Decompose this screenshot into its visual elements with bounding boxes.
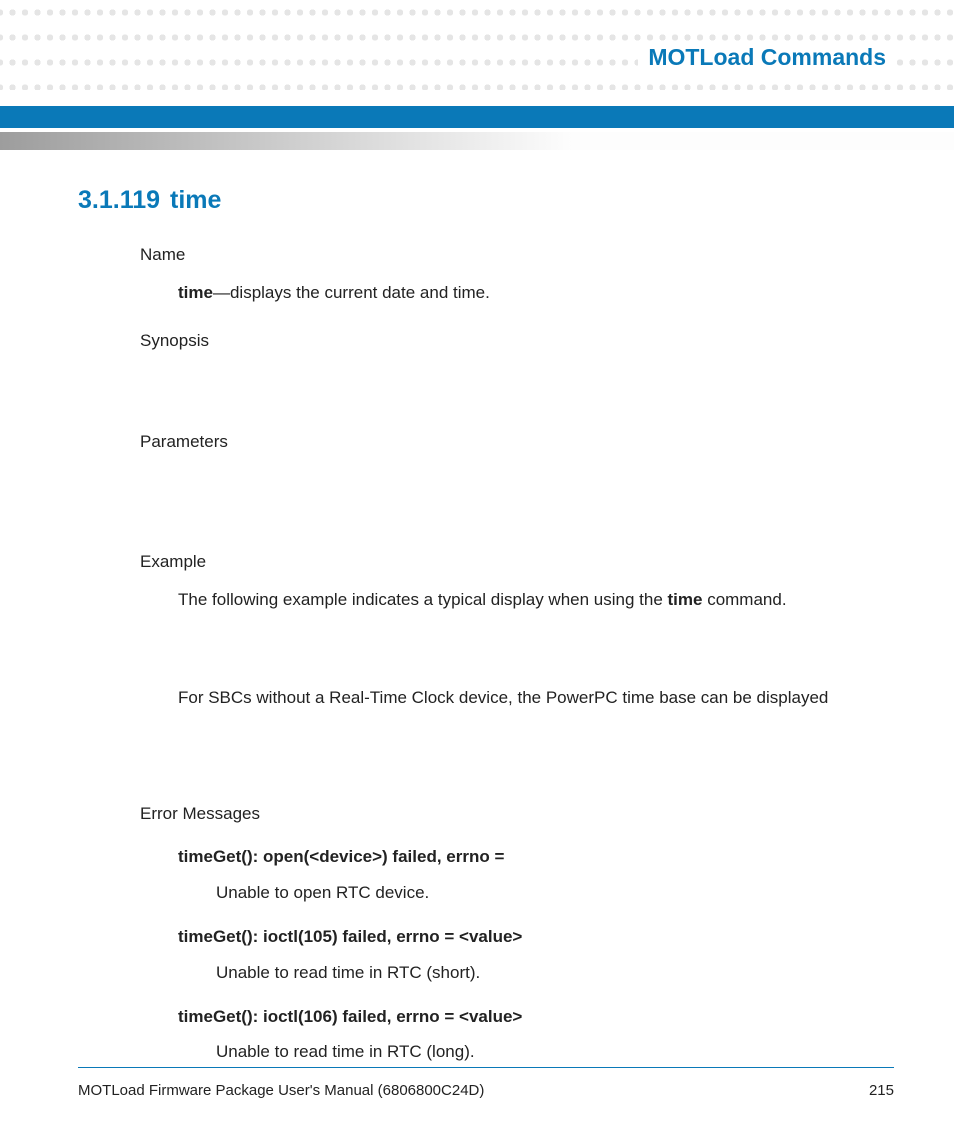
name-desc: displays the current date and time.: [230, 283, 490, 302]
header-title: MOTLoad Commands: [638, 42, 894, 73]
error-head-0: timeGet(): open(<device>) failed, errno …: [178, 845, 894, 869]
footer-rule: [78, 1067, 894, 1068]
name-cmd: time: [178, 283, 213, 302]
footer-row: MOTLoad Firmware Package User's Manual (…: [78, 1082, 894, 1099]
name-label: Name: [140, 243, 894, 267]
parameters-gap: [140, 468, 894, 532]
section-heading: 3.1.119 time: [78, 186, 894, 215]
example-gap1: [140, 622, 894, 686]
parameters-label: Parameters: [140, 430, 894, 454]
example-line1c: command.: [702, 590, 786, 609]
content-area: 3.1.119time Name time—displays the curre…: [78, 186, 894, 1070]
example-gap2: [140, 720, 894, 784]
section-number: 3.1.119: [78, 186, 160, 214]
section-title: time: [170, 186, 221, 214]
header-blue-bar: [0, 106, 954, 128]
name-dash: —: [213, 283, 230, 302]
synopsis-gap: [140, 366, 894, 412]
error-desc-2: Unable to read time in RTC (long).: [216, 1040, 894, 1064]
example-line1b: time: [668, 590, 703, 609]
footer-doc: MOTLoad Firmware Package User's Manual (…: [78, 1082, 484, 1099]
footer: MOTLoad Firmware Package User's Manual (…: [78, 1067, 894, 1099]
example-line1: The following example indicates a typica…: [178, 588, 894, 612]
error-desc-1: Unable to read time in RTC (short).: [216, 961, 894, 985]
header-shadow: [0, 132, 954, 150]
example-label: Example: [140, 550, 894, 574]
error-head-1: timeGet(): ioctl(105) failed, errno = <v…: [178, 925, 894, 949]
error-head-2: timeGet(): ioctl(106) failed, errno = <v…: [178, 1005, 894, 1029]
example-line1a: The following example indicates a typica…: [178, 590, 668, 609]
errors-label: Error Messages: [140, 802, 894, 826]
example-line2: For SBCs without a Real-Time Clock devic…: [178, 686, 894, 710]
body: Name time—displays the current date and …: [140, 243, 894, 1064]
name-description: time—displays the current date and time.: [178, 281, 894, 305]
error-desc-0: Unable to open RTC device.: [216, 881, 894, 905]
synopsis-label: Synopsis: [140, 329, 894, 353]
footer-page: 215: [869, 1082, 894, 1099]
